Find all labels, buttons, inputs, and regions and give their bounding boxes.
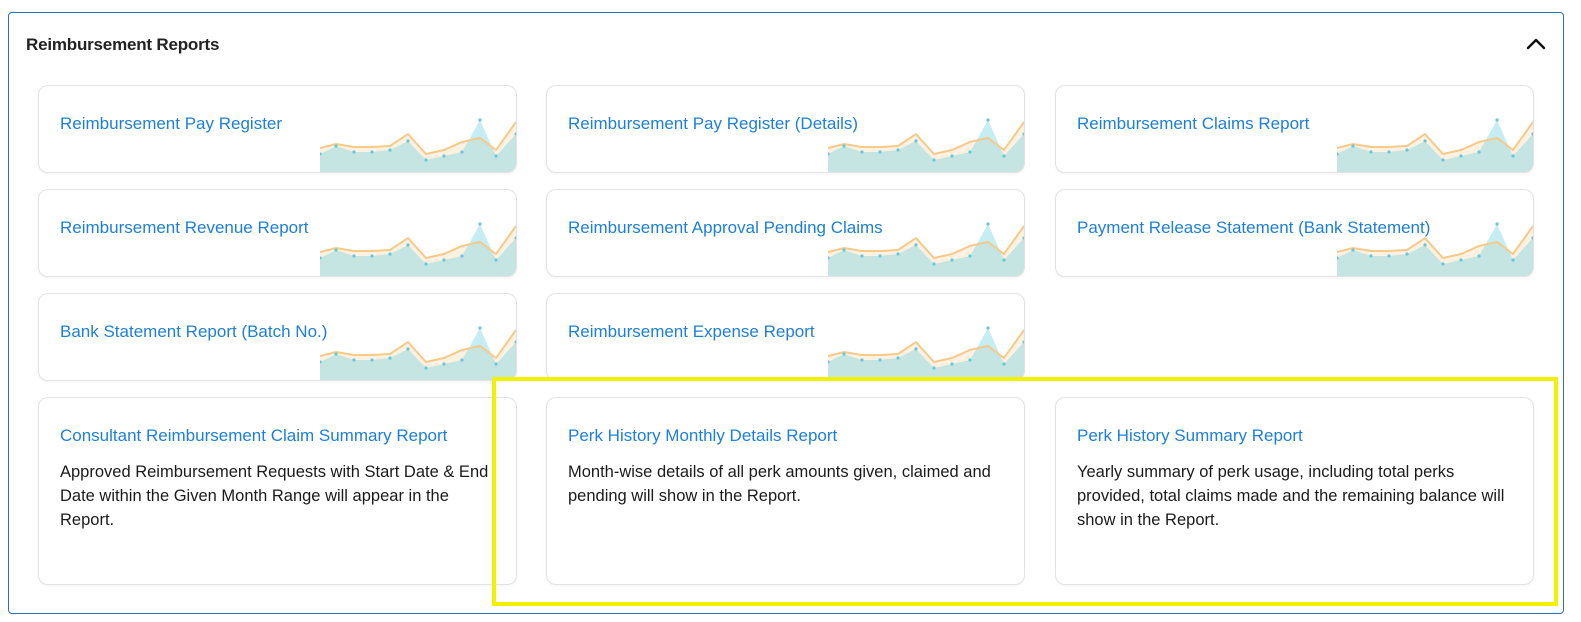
report-card-reimbursement-approval-pending-claims[interactable]: Reimbursement Approval Pending Claims xyxy=(546,189,1025,277)
report-card-perk-history-summary[interactable]: Perk History Summary Report Yearly summa… xyxy=(1055,397,1534,585)
report-card-title: Perk History Monthly Details Report xyxy=(568,426,838,445)
report-card-title: Reimbursement Pay Register xyxy=(60,114,283,133)
sparkline-decoration xyxy=(1337,118,1533,172)
sparkline-decoration xyxy=(320,326,516,380)
sparkline-decoration xyxy=(320,118,516,172)
sparkline-decoration xyxy=(828,118,1024,172)
report-card-reimbursement-claims-report[interactable]: Reimbursement Claims Report xyxy=(1055,85,1534,173)
report-card-title: Bank Statement Report (Batch No.) xyxy=(60,322,328,341)
report-card-description: Month-wise details of all perk amounts g… xyxy=(568,463,991,505)
report-card-title: Reimbursement Revenue Report xyxy=(60,218,309,237)
sparkline-decoration xyxy=(1337,222,1533,276)
report-card-title: Reimbursement Expense Report xyxy=(568,322,815,341)
collapse-button[interactable] xyxy=(1521,31,1551,57)
report-card-title: Consultant Reimbursement Claim Summary R… xyxy=(60,426,448,445)
sparkline-decoration xyxy=(320,222,516,276)
report-card-reimbursement-pay-register-details[interactable]: Reimbursement Pay Register (Details) xyxy=(546,85,1025,173)
report-card-title: Reimbursement Pay Register (Details) xyxy=(568,114,859,133)
report-card-title: Perk History Summary Report xyxy=(1077,426,1303,445)
report-card-title: Reimbursement Claims Report xyxy=(1077,114,1310,133)
section-title: Reimbursement Reports xyxy=(26,35,220,54)
sparkline-decoration xyxy=(828,222,1024,276)
report-card-description: Approved Reimbursement Requests with Sta… xyxy=(60,463,489,529)
chevron-up-icon xyxy=(1526,38,1546,50)
report-card-reimbursement-expense-report[interactable]: Reimbursement Expense Report xyxy=(546,293,1025,381)
report-card-reimbursement-revenue-report[interactable]: Reimbursement Revenue Report xyxy=(38,189,517,277)
report-card-reimbursement-pay-register[interactable]: Reimbursement Pay Register xyxy=(38,85,517,173)
report-card-bank-statement-report[interactable]: Bank Statement Report (Batch No.) xyxy=(38,293,517,381)
report-card-perk-history-monthly-details[interactable]: Perk History Monthly Details Report Mont… xyxy=(546,397,1025,585)
report-card-payment-release-statement[interactable]: Payment Release Statement (Bank Statemen… xyxy=(1055,189,1534,277)
report-card-consultant-reimbursement-claim-summary[interactable]: Consultant Reimbursement Claim Summary R… xyxy=(38,397,517,585)
sparkline-decoration xyxy=(828,326,1024,380)
report-card-description: Yearly summary of perk usage, including … xyxy=(1077,463,1505,529)
